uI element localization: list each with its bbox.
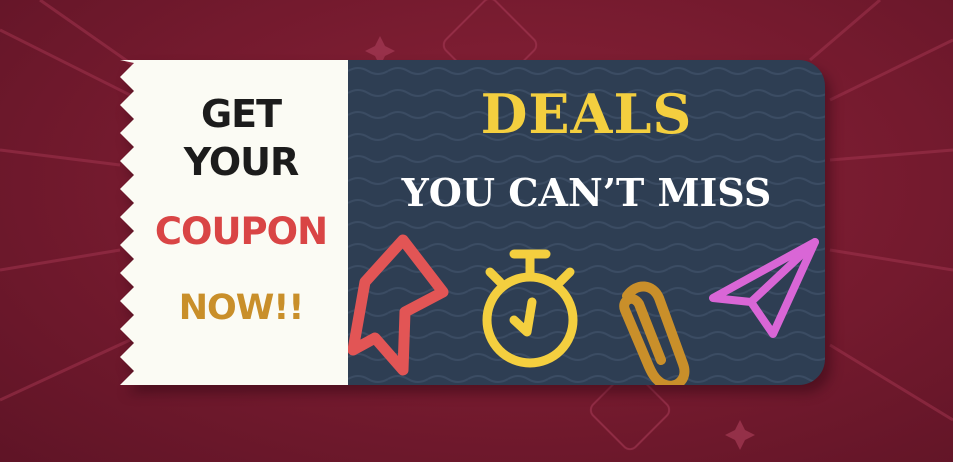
paper-plane-icon (709, 238, 819, 338)
stub-line-coupon: COUPON (154, 210, 328, 253)
deals-panel: DEALS YOU CAN’T MISS (348, 60, 825, 385)
deals-subheadline: YOU CAN’T MISS (401, 170, 772, 215)
stopwatch-icon (482, 249, 578, 368)
stub-line-your: YOUR (183, 140, 300, 184)
coupon-ticket: GET YOUR COUPON NOW!! DEALS YOU CAN’T MI… (120, 60, 825, 385)
paperclip-icon (619, 281, 690, 385)
deals-headline: DEALS (480, 82, 693, 146)
stub-line-get: GET (200, 92, 282, 136)
bookmark-icon (348, 234, 449, 376)
stub-line-now: NOW!! (178, 288, 305, 328)
